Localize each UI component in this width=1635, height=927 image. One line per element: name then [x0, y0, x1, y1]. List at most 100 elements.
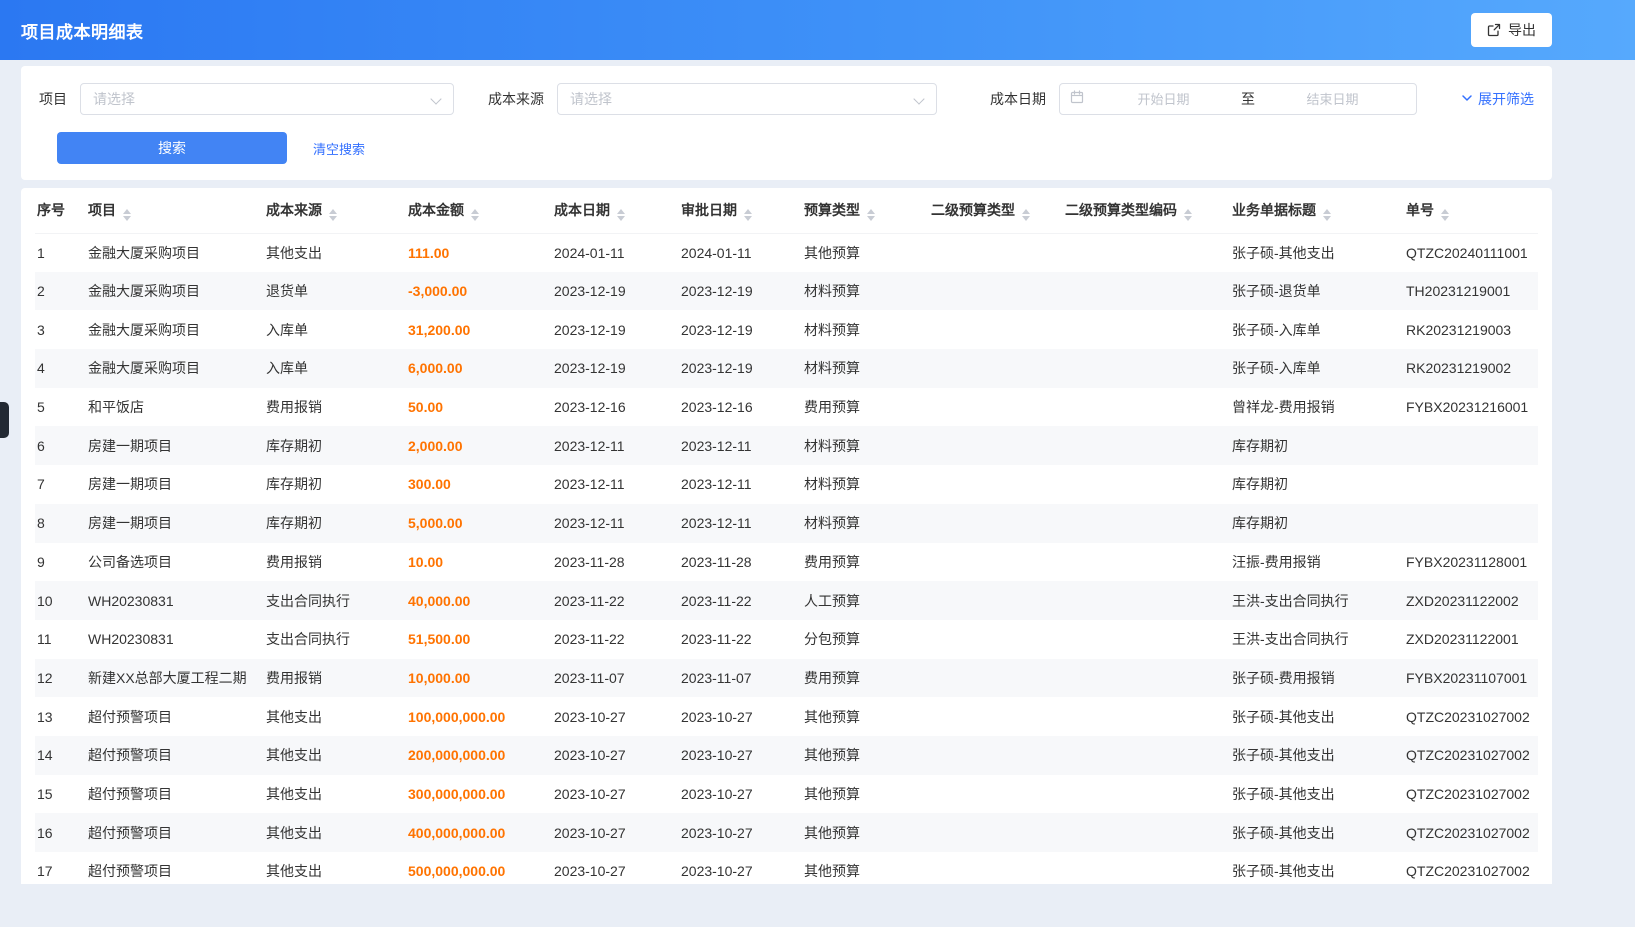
clear-search-link[interactable]: 清空搜索: [313, 139, 365, 158]
sort-icon[interactable]: [1184, 209, 1192, 221]
table-cell: [1398, 465, 1538, 504]
project-select[interactable]: 请选择: [80, 83, 454, 115]
table-cell: 6,000.00: [400, 349, 546, 388]
table-cell: WH20230831: [80, 620, 258, 659]
table-cell: 1: [35, 233, 80, 272]
table-cell: [923, 388, 1057, 427]
column-header[interactable]: 成本金额: [400, 188, 546, 233]
table-cell: 2024-01-11: [546, 233, 673, 272]
table-cell: 房建一期项目: [80, 504, 258, 543]
table-cell: 2023-12-19: [673, 349, 796, 388]
sort-icon[interactable]: [1323, 209, 1331, 221]
sort-icon[interactable]: [867, 209, 875, 221]
table-cell: 其他预算: [796, 813, 923, 852]
table-cell: 2023-10-27: [673, 697, 796, 736]
table-cell: [923, 272, 1057, 311]
table-cell: [923, 581, 1057, 620]
table-cell: 2023-10-27: [673, 775, 796, 814]
table-cell: TH20231219001: [1398, 272, 1538, 311]
column-header[interactable]: 成本来源: [258, 188, 400, 233]
table-row: 5和平饭店费用报销50.002023-12-162023-12-16费用预算曾祥…: [35, 388, 1538, 427]
table-header-row: 序号项目成本来源成本金额成本日期审批日期预算类型二级预算类型二级预算类型编码业务…: [35, 188, 1538, 233]
table-cell: 2023-12-19: [546, 310, 673, 349]
table-cell: ZXD20231122001: [1398, 620, 1538, 659]
table-cell: 材料预算: [796, 272, 923, 311]
table-cell: 入库单: [258, 349, 400, 388]
table-cell: 100,000,000.00: [400, 697, 546, 736]
table-cell: [1057, 310, 1224, 349]
table-cell: 2: [35, 272, 80, 311]
column-header[interactable]: 审批日期: [673, 188, 796, 233]
table-cell: 材料预算: [796, 465, 923, 504]
table-cell: [923, 426, 1057, 465]
sort-icon[interactable]: [1441, 209, 1449, 221]
table-cell: [1057, 697, 1224, 736]
export-icon: [1487, 23, 1501, 37]
table-cell: 31,200.00: [400, 310, 546, 349]
table-cell: 2023-11-22: [546, 620, 673, 659]
side-panel-handle[interactable]: [0, 402, 9, 438]
table-row: 15超付预警项目其他支出300,000,000.002023-10-272023…: [35, 775, 1538, 814]
table-cell: ZXD20231122002: [1398, 581, 1538, 620]
table-cell: [1398, 504, 1538, 543]
filter-panel: 项目 请选择 成本来源 请选择 成本日期: [21, 66, 1552, 180]
column-header[interactable]: 二级预算类型: [923, 188, 1057, 233]
sort-icon[interactable]: [123, 209, 131, 221]
cost-table: 序号项目成本来源成本金额成本日期审批日期预算类型二级预算类型二级预算类型编码业务…: [35, 188, 1538, 884]
table-cell: FYBX20231128001: [1398, 543, 1538, 582]
cost-source-select[interactable]: 请选择: [557, 83, 937, 115]
table-cell: WH20230831: [80, 581, 258, 620]
table-cell: [1057, 736, 1224, 775]
end-date-input[interactable]: [1259, 92, 1406, 107]
expand-filter-link[interactable]: 展开筛选: [1461, 89, 1534, 109]
table-cell: 其他支出: [258, 813, 400, 852]
sort-icon[interactable]: [744, 209, 752, 221]
table-cell: QTZC20231027002: [1398, 736, 1538, 775]
sort-icon[interactable]: [329, 209, 337, 221]
column-header[interactable]: 项目: [80, 188, 258, 233]
table-row: 8房建一期项目库存期初5,000.002023-12-112023-12-11材…: [35, 504, 1538, 543]
table-cell: [1057, 620, 1224, 659]
column-header[interactable]: 单号: [1398, 188, 1538, 233]
table-cell: 500,000,000.00: [400, 852, 546, 884]
table-cell: [923, 775, 1057, 814]
table-cell: 12: [35, 659, 80, 698]
project-select-placeholder: 请选择: [93, 89, 135, 109]
table-cell: 库存期初: [258, 504, 400, 543]
table-cell: 2023-11-28: [546, 543, 673, 582]
search-button[interactable]: 搜索: [57, 132, 287, 164]
table-cell: 其他预算: [796, 775, 923, 814]
sort-icon[interactable]: [1022, 209, 1030, 221]
start-date-input[interactable]: [1090, 92, 1237, 107]
table-cell: 其他支出: [258, 736, 400, 775]
table-cell: [1398, 426, 1538, 465]
table-cell: 人工预算: [796, 581, 923, 620]
table-cell: 张子硕-入库单: [1224, 310, 1398, 349]
column-header[interactable]: 预算类型: [796, 188, 923, 233]
table-cell: [1057, 426, 1224, 465]
cost-date-range-picker[interactable]: 至: [1059, 83, 1417, 115]
table-cell: [923, 504, 1057, 543]
table-cell: [923, 736, 1057, 775]
column-header[interactable]: 二级预算类型编码: [1057, 188, 1224, 233]
expand-filter-label: 展开筛选: [1478, 89, 1534, 109]
export-button[interactable]: 导出: [1471, 13, 1552, 47]
table-cell: 超付预警项目: [80, 697, 258, 736]
table-cell: 其他预算: [796, 697, 923, 736]
table-cell: 分包预算: [796, 620, 923, 659]
sort-icon[interactable]: [471, 209, 479, 221]
table-cell: 2023-12-11: [673, 465, 796, 504]
table-cell: [923, 659, 1057, 698]
table-cell: 40,000.00: [400, 581, 546, 620]
column-header: 序号: [35, 188, 80, 233]
column-header[interactable]: 业务单据标题: [1224, 188, 1398, 233]
table-cell: RK20231219003: [1398, 310, 1538, 349]
table-cell: 张子硕-其他支出: [1224, 852, 1398, 884]
table-cell: [1057, 504, 1224, 543]
table-cell: 王洪-支出合同执行: [1224, 581, 1398, 620]
table-cell: 金融大厦采购项目: [80, 310, 258, 349]
sort-icon[interactable]: [617, 209, 625, 221]
table-cell: 2023-12-19: [546, 349, 673, 388]
column-header[interactable]: 成本日期: [546, 188, 673, 233]
table-cell: 超付预警项目: [80, 852, 258, 884]
